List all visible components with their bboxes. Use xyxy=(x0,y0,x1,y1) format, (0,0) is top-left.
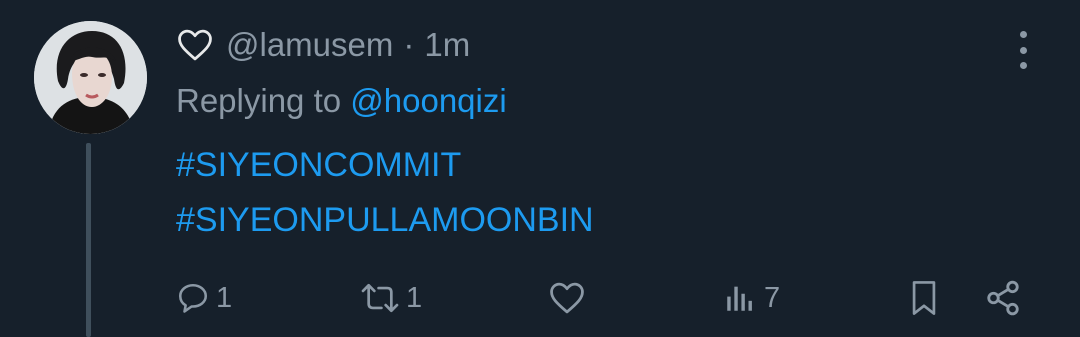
like-button[interactable] xyxy=(548,276,586,320)
action-bar: 1 1 7 xyxy=(0,276,1080,320)
views-icon xyxy=(727,286,752,311)
heart-icon xyxy=(178,29,212,61)
like-icon xyxy=(550,282,584,314)
reply-button[interactable]: 1 xyxy=(176,276,232,320)
tweet-header: @lamusem · 1m xyxy=(176,24,470,66)
retweet-count: 1 xyxy=(406,281,423,314)
separator: · xyxy=(403,26,415,63)
retweet-icon xyxy=(361,283,399,313)
bookmark-button[interactable] xyxy=(907,276,941,320)
hashtag-link[interactable]: #SIYEONPULLAMOONBIN xyxy=(176,201,594,240)
more-icon[interactable] xyxy=(1006,28,1040,72)
user-handle[interactable]: @lamusem xyxy=(226,26,393,64)
avatar[interactable] xyxy=(34,21,147,134)
reply-context: Replying to @hoonqizi xyxy=(176,82,507,120)
reply-prefix: Replying to xyxy=(176,82,351,119)
views-count: 7 xyxy=(764,281,781,314)
share-button[interactable] xyxy=(984,276,1022,320)
hashtag-link[interactable]: #SIYEONCOMMIT xyxy=(176,146,461,185)
views-button[interactable]: 7 xyxy=(722,276,780,320)
reply-icon xyxy=(178,283,208,313)
share-icon xyxy=(987,280,1019,316)
bookmark-icon xyxy=(912,281,936,315)
reply-count: 1 xyxy=(216,281,233,314)
reply-handle-link[interactable]: @hoonqizi xyxy=(350,82,506,119)
retweet-button[interactable]: 1 xyxy=(358,276,422,320)
timestamp[interactable]: 1m xyxy=(424,26,470,64)
